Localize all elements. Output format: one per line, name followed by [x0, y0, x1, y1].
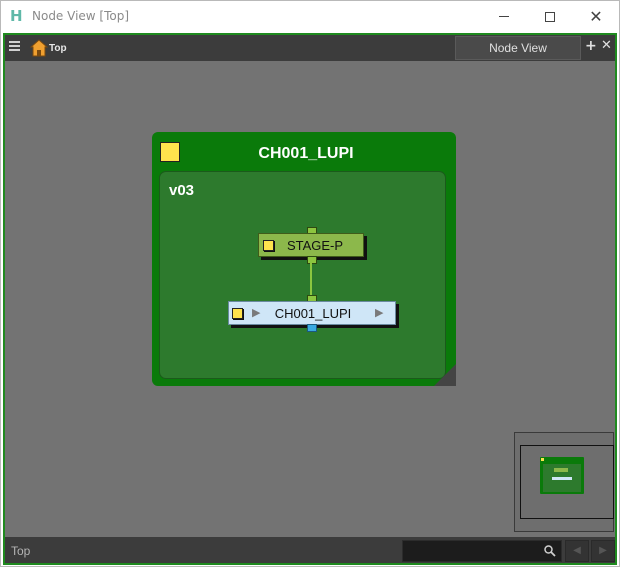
maximize-button[interactable] — [527, 1, 573, 32]
close-icon: ✕ — [589, 7, 603, 26]
panel-toolbar: Top Node View + ✕ — [5, 35, 615, 61]
minimize-button[interactable] — [481, 1, 527, 32]
add-tab-button[interactable]: + — [585, 38, 597, 54]
status-path: Top — [11, 544, 31, 558]
previous-button[interactable]: ◀ — [565, 540, 589, 562]
group-title: CH001_LUPI — [258, 145, 354, 162]
play-right-icon: ▶ — [375, 306, 384, 319]
status-bar: Top ◀ ▶ — [5, 537, 615, 563]
node-label: CH001_LUPI — [274, 306, 352, 321]
search-icon — [544, 545, 556, 557]
window-title: Node View [Top] — [32, 9, 130, 23]
node-ch001-lupi[interactable]: ▶ CH001_LUPI ▶ — [228, 301, 396, 325]
tab-node-view[interactable]: Node View — [455, 36, 581, 60]
node-label: STAGE-P — [286, 238, 344, 253]
minimap-group — [540, 457, 584, 494]
close-tab-button[interactable]: ✕ — [601, 38, 612, 53]
node-stage-p[interactable]: STAGE-P — [258, 233, 364, 257]
group-resize-handle[interactable] — [434, 364, 456, 386]
breadcrumb[interactable]: Top — [49, 43, 67, 54]
search-input[interactable] — [402, 540, 562, 562]
node-view-window: H Node View [Top] ✕ Top Node View + ✕ CH… — [0, 0, 620, 567]
home-icon[interactable] — [29, 39, 49, 57]
ch-output-port[interactable] — [307, 324, 317, 332]
minimap-node — [552, 477, 572, 480]
node-view-panel: Top Node View + ✕ CH001_LUPI v03 STAGE-P — [3, 33, 617, 565]
minimap-node — [554, 468, 568, 472]
group-node[interactable]: CH001_LUPI v03 — [152, 132, 456, 386]
title-bar[interactable]: H Node View [Top] ✕ — [1, 1, 619, 32]
node-graph-canvas[interactable]: CH001_LUPI v03 STAGE-P ▶ CH001_LUPI ▶ — [5, 61, 615, 537]
group-body[interactable]: v03 — [159, 171, 446, 379]
minimap-swatch — [541, 458, 544, 461]
maximize-icon — [545, 11, 555, 22]
menu-icon[interactable] — [9, 41, 22, 55]
close-window-button[interactable]: ✕ — [573, 1, 619, 32]
app-logo-icon: H — [10, 7, 23, 25]
minimize-icon — [499, 16, 509, 17]
next-button[interactable]: ▶ — [591, 540, 615, 562]
group-version: v03 — [169, 182, 195, 199]
stage-output-port[interactable] — [307, 256, 317, 264]
navigator-minimap[interactable] — [514, 432, 614, 532]
connection-wire[interactable] — [310, 263, 312, 299]
